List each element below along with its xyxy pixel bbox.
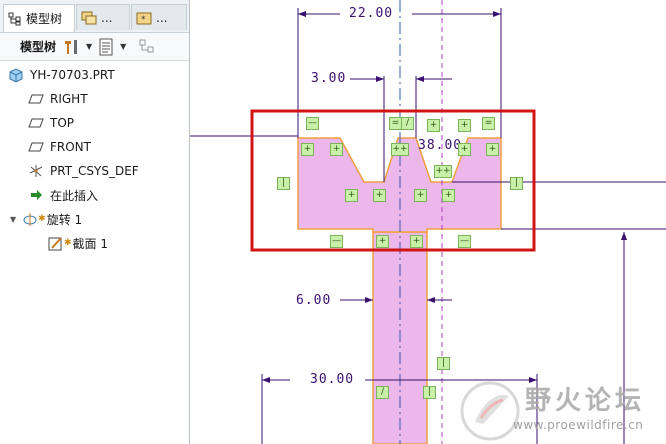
tree-item-label: TOP <box>50 116 75 130</box>
svg-text:*: * <box>141 15 146 25</box>
tab-label: ... <box>156 10 168 25</box>
horizontal-constraint-icon[interactable]: — <box>306 117 319 130</box>
dimension-3[interactable]: 3.00 <box>308 71 350 86</box>
watermark-logo-icon <box>460 381 520 441</box>
symmetry-constraint-icon[interactable]: + <box>301 143 314 156</box>
vertical-constraint-icon[interactable]: | <box>510 177 523 190</box>
datum-plane-icon <box>28 115 44 131</box>
tab-label: ... <box>101 10 113 25</box>
toolbar-label: 模型树 <box>20 40 57 54</box>
tab-favorites[interactable]: * ... <box>131 4 187 30</box>
insert-arrow-icon <box>28 187 44 203</box>
tangent-constraint-icon[interactable]: / <box>401 117 414 130</box>
tree-item-revolve[interactable]: ▼ ✱ 旋转 1 <box>10 208 82 230</box>
symmetry-constraint-icon[interactable]: + <box>330 143 343 156</box>
watermark-url: www.proewildfire.cn <box>513 418 644 432</box>
tree-item-sketch[interactable]: ✱ 截面 1 <box>48 232 108 254</box>
tree-item-label: 旋转 1 <box>46 212 83 227</box>
chevron-down-icon[interactable]: ▼ <box>86 42 92 51</box>
tools-icon[interactable] <box>62 38 80 56</box>
tree-settings-icon[interactable] <box>98 38 114 56</box>
new-star-icon: ✱ <box>38 214 46 224</box>
tree-item-label: 截面 1 <box>72 236 108 251</box>
tree-item-label: 在此插入 <box>50 188 99 203</box>
chevron-down-icon[interactable]: ▼ <box>120 42 126 51</box>
part-icon <box>8 67 24 83</box>
revolve-icon <box>22 211 38 227</box>
tree-item-label: YH-70703.PRT <box>30 68 115 82</box>
tree-item-right[interactable]: RIGHT <box>28 88 88 110</box>
tree-item-csys[interactable]: PRT_CSYS_DEF <box>28 160 139 182</box>
symmetry-constraint-icon[interactable]: + <box>427 119 440 132</box>
tree-item-label: RIGHT <box>50 92 88 106</box>
tab-label: 模型树 <box>26 12 63 26</box>
tree-item-insert-here[interactable]: 在此插入 <box>28 184 98 206</box>
dimension-30[interactable]: 30.00 <box>307 372 358 387</box>
symmetry-constraint-icon[interactable]: + <box>458 143 471 156</box>
symmetry-constraint-icon[interactable]: + <box>376 235 389 248</box>
tree-item-top[interactable]: TOP <box>28 112 74 134</box>
symmetry-constraint-icon[interactable]: + <box>414 189 427 202</box>
tree-item-label: FRONT <box>50 140 91 154</box>
vertical-constraint-icon[interactable]: | <box>437 357 450 370</box>
tab-model-tree[interactable]: 模型树 <box>3 4 75 32</box>
layers-icon <box>81 10 97 26</box>
vertical-constraint-icon[interactable]: | <box>423 386 436 399</box>
watermark-title: 野火论坛 <box>525 386 646 416</box>
tree-item-front[interactable]: FRONT <box>28 136 91 158</box>
vertical-constraint-icon[interactable]: | <box>277 177 290 190</box>
equal-constraint-icon[interactable]: = <box>482 117 495 130</box>
datum-plane-icon <box>28 139 44 155</box>
tab-layers[interactable]: ... <box>76 4 130 30</box>
symmetry-constraint-icon[interactable]: + <box>410 235 423 248</box>
expand-arrow-icon[interactable]: ▼ <box>10 215 16 224</box>
dimension-6[interactable]: 6.00 <box>293 293 335 308</box>
symmetry-constraint-icon[interactable]: + <box>486 143 499 156</box>
horizontal-constraint-icon[interactable]: — <box>458 235 471 248</box>
panel-tabs: 模型树 ... * ... <box>0 0 189 33</box>
csys-icon <box>28 163 44 179</box>
tangent-constraint-icon[interactable]: / <box>376 386 389 399</box>
filter-icon[interactable] <box>138 38 156 56</box>
tree-toolbar: 模型树 ▼ ▼ <box>0 33 189 61</box>
folder-star-icon: * <box>136 10 152 26</box>
tree-item-part[interactable]: YH-70703.PRT <box>8 64 115 86</box>
symmetry-constraint-icon[interactable]: + <box>442 189 455 202</box>
new-star-icon: ✱ <box>64 238 72 248</box>
symmetry-constraint-icon[interactable]: ++ <box>391 143 409 156</box>
sketch-icon <box>48 235 64 251</box>
datum-plane-icon <box>28 91 44 107</box>
symmetry-constraint-icon[interactable]: + <box>345 189 358 202</box>
symmetry-constraint-icon[interactable]: + <box>458 119 471 132</box>
model-tree-panel: 模型树 ... * ... 模型树 ▼ ▼ YH-70703.PRT RIGHT… <box>0 0 190 444</box>
dimension-38[interactable]: 38.00 <box>416 138 464 153</box>
horizontal-constraint-icon[interactable]: — <box>330 235 343 248</box>
watermark: 野火论坛 www.proewildfire.cn <box>455 378 666 444</box>
symmetry-constraint-icon[interactable]: + <box>373 189 386 202</box>
symmetry-constraint-icon[interactable]: ++ <box>434 165 452 178</box>
dimension-22[interactable]: 22.00 <box>346 6 397 21</box>
tree-item-label: PRT_CSYS_DEF <box>50 164 139 178</box>
tree-icon <box>8 12 22 26</box>
